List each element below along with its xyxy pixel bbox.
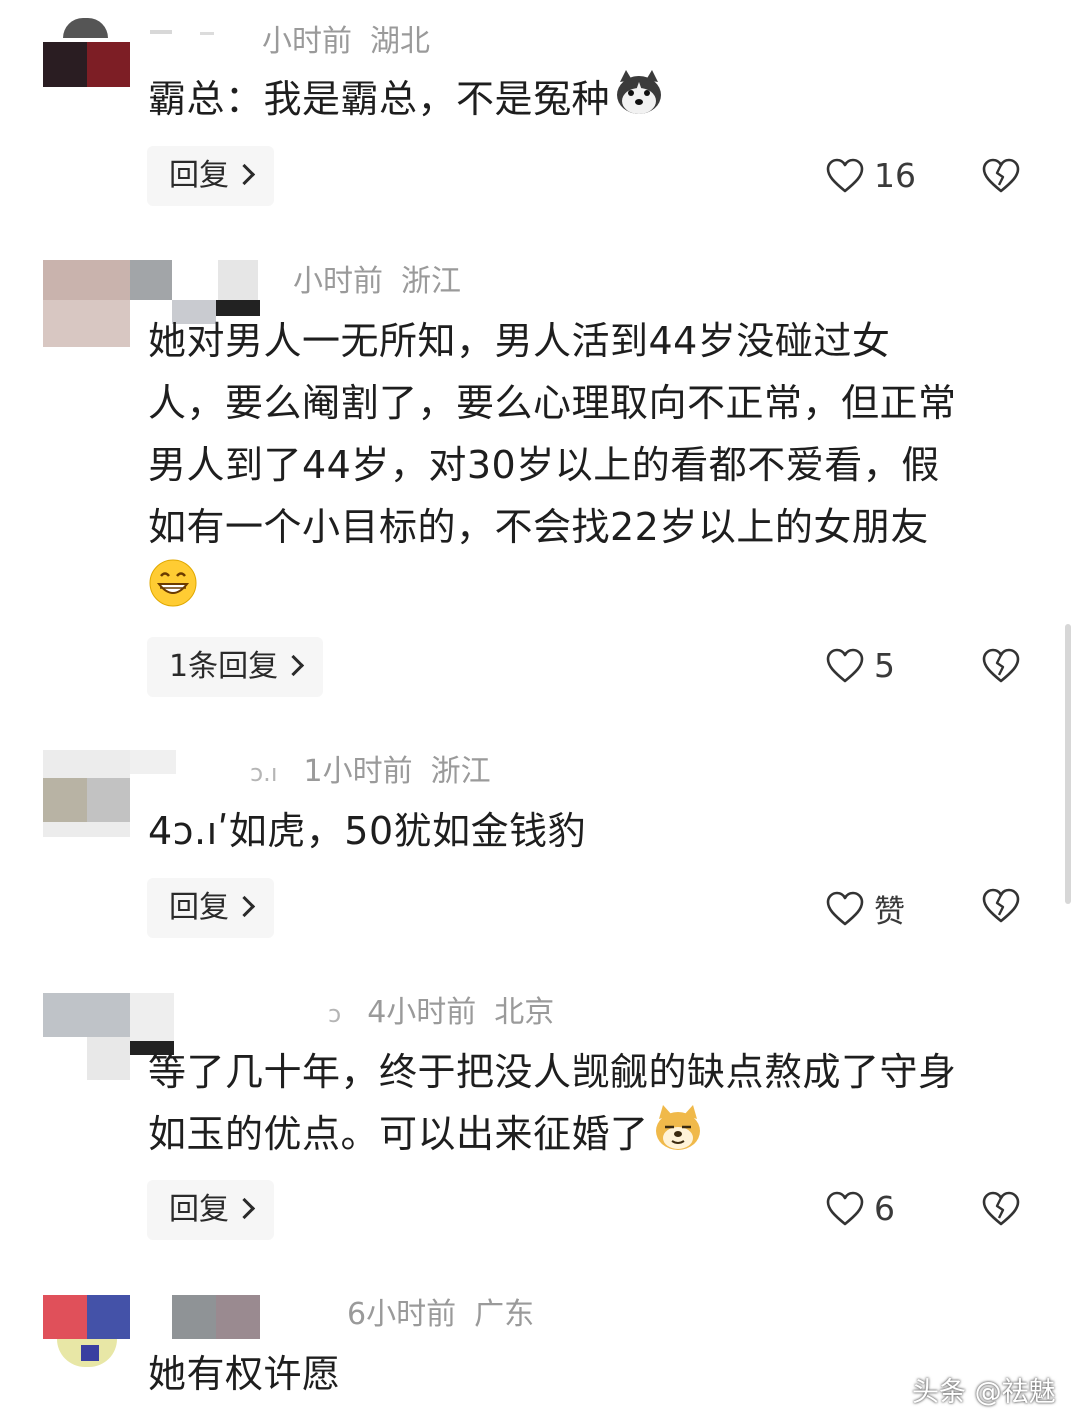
comment-time: 小时前 xyxy=(262,24,352,59)
avatar[interactable] xyxy=(43,0,130,87)
comment-text-line: 她对男人一无所知，男人活到44岁没碰过女 xyxy=(148,319,891,363)
comment-text-line: 4ɔ.ıʹ如虎，50犹如金钱豹 xyxy=(148,809,587,853)
comment-time: 6小时前 xyxy=(347,1297,457,1332)
comment-meta: 6小时前 广东 xyxy=(347,1295,534,1335)
comment-text: 她有权许愿 xyxy=(148,1343,1033,1405)
broken-heart-icon xyxy=(982,158,1020,193)
dislike-button[interactable] xyxy=(982,888,1020,928)
comment-location: 浙江 xyxy=(401,264,461,299)
like-count: 6 xyxy=(874,1189,895,1228)
reply-label: 回复 xyxy=(169,158,229,193)
comment-text-line: 霸总：我是霸总，不是冤种 xyxy=(148,77,611,121)
comment-text-line: 如有一个小目标的，不会找22岁以上的女朋友 xyxy=(148,505,929,549)
like-count: 赞 xyxy=(874,894,905,930)
broken-heart-icon xyxy=(982,888,1020,923)
reply-button[interactable]: 回复 xyxy=(147,146,274,206)
heart-outline-icon xyxy=(826,891,864,925)
comment-text: 她对男人一无所知，男人活到44岁没碰过女 人，要么阉割了，要么心理取向不正常，但… xyxy=(148,310,1033,620)
chevron-right-icon xyxy=(282,654,305,677)
comment-time: 1小时前 xyxy=(303,754,413,789)
comment-text: 霸总：我是霸总，不是冤种 xyxy=(148,68,1033,130)
comment-text-line: 她有权许愿 xyxy=(148,1352,341,1396)
heart-outline-icon xyxy=(826,648,864,682)
comment-item: 小时前 湖北 霸总：我是霸总，不是冤种 回复 16 xyxy=(0,0,1080,240)
avatar[interactable] xyxy=(43,260,130,347)
comment-meta: 小时前 湖北 xyxy=(262,22,430,62)
dislike-button[interactable] xyxy=(982,158,1020,198)
comment-location: 广东 xyxy=(474,1297,535,1332)
comment-time: 小时前 xyxy=(293,264,383,299)
reply-label: 1条回复 xyxy=(169,649,279,684)
comment-meta: 小时前 浙江 xyxy=(293,262,461,302)
reply-button[interactable]: 回复 xyxy=(147,1180,274,1240)
like-button[interactable]: 5 xyxy=(826,646,895,690)
like-button[interactable]: 赞 xyxy=(826,886,905,930)
comment-text-line: 人，要么阉割了，要么心理取向不正常，但正常 xyxy=(148,381,957,425)
doge-emoji xyxy=(655,1105,700,1150)
husky-emoji xyxy=(617,70,662,114)
broken-heart-icon xyxy=(982,648,1020,683)
comment-item: ɔ 4小时前 北京 等了几十年，终于把没人觊觎的缺点熬成了守身 如玉的优点。可以出来… xyxy=(0,975,1080,1275)
comment-text: 等了几十年，终于把没人觊觎的缺点熬成了守身 如玉的优点。可以出来征婚了 xyxy=(148,1041,1033,1165)
like-button[interactable]: 6 xyxy=(826,1189,895,1233)
comment-text-line: 男人到了44岁，对30岁以上的看都不爱看，假 xyxy=(148,443,940,487)
heart-outline-icon xyxy=(826,158,864,192)
comment-feed: 小时前 湖北 霸总：我是霸总，不是冤种 回复 16 小时前 浙江 她对男人一无所… xyxy=(0,0,1080,1426)
comment-time: 4小时前 xyxy=(367,995,477,1030)
comment-text-line: 等了几十年，终于把没人觊觎的缺点熬成了守身 xyxy=(148,1050,957,1094)
like-count: 16 xyxy=(874,156,916,195)
chevron-right-icon xyxy=(233,895,256,918)
grinning-emoji xyxy=(149,559,197,607)
scrollbar[interactable] xyxy=(1065,624,1071,904)
comment-location: 浙江 xyxy=(430,754,491,789)
comment-location: 湖北 xyxy=(370,24,430,59)
comment-text: 4ɔ.ıʹ如虎，50犹如金钱豹 xyxy=(148,800,1033,862)
comment-meta: ɔ.ı 1小时前 浙江 xyxy=(250,752,491,793)
broken-heart-icon xyxy=(982,1191,1020,1226)
like-count: 5 xyxy=(874,646,895,685)
reply-button[interactable]: 回复 xyxy=(147,878,274,938)
reply-label: 回复 xyxy=(169,1192,229,1227)
name-fragment: ɔ.ı xyxy=(250,759,278,787)
comment-item: 小时前 浙江 她对男人一无所知，男人活到44岁没碰过女 人，要么阉割了，要么心理取… xyxy=(0,240,1080,730)
dislike-button[interactable] xyxy=(982,648,1020,688)
watermark: 头条 @祛魅 xyxy=(912,1377,1056,1408)
chevron-right-icon xyxy=(233,163,256,186)
like-button[interactable]: 16 xyxy=(826,156,916,200)
chevron-right-icon xyxy=(233,1197,256,1220)
reply-label: 回复 xyxy=(169,890,229,925)
name-fragment: ɔ xyxy=(328,1000,342,1028)
reply-button[interactable]: 1条回复 xyxy=(147,637,324,697)
comment-meta: ɔ 4小时前 北京 xyxy=(328,993,554,1034)
comment-location: 北京 xyxy=(494,995,555,1030)
heart-outline-icon xyxy=(826,1191,864,1225)
avatar[interactable] xyxy=(43,993,130,1080)
avatar[interactable] xyxy=(43,1295,130,1382)
dislike-button[interactable] xyxy=(982,1191,1020,1231)
avatar[interactable] xyxy=(43,750,130,837)
comment-text-line: 如玉的优点。可以出来征婚了 xyxy=(148,1112,649,1156)
comment-item: ɔ.ı 1小时前 浙江 4ɔ.ıʹ如虎，50犹如金钱豹 回复 赞 xyxy=(0,730,1080,980)
